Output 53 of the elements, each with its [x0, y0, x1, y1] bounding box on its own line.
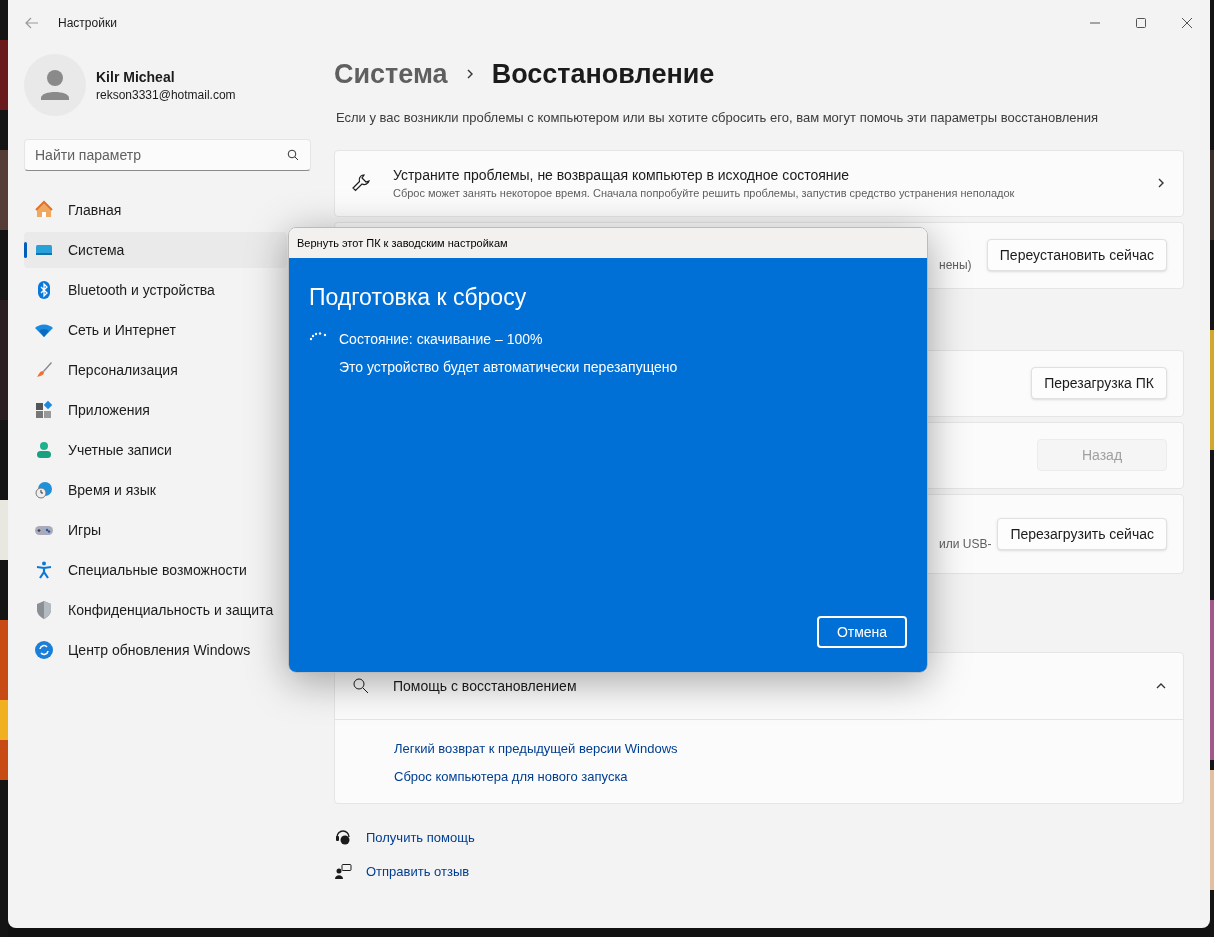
nav-item[interactable]: Система — [24, 232, 287, 268]
nav-item[interactable]: Главная — [24, 192, 287, 228]
action-button[interactable]: Перезагрузить сейчас — [997, 517, 1167, 550]
nav-item[interactable]: Учетные записи — [24, 432, 287, 468]
nav-item[interactable]: Специальные возможности — [24, 552, 287, 588]
help-link[interactable]: Легкий возврат к предыдущей версии Windows — [394, 738, 678, 758]
globe-clock-icon — [34, 480, 54, 500]
card-subtitle: Сброс может занять некоторое время. Сначала попробуйте решить проблемы, запустив средство устранения неполадок — [393, 185, 1016, 201]
update-icon — [34, 640, 54, 660]
settings-card[interactable]: Устраните проблемы, не возвращая компьютер в исходное состояние Сброс может занять некоторое время. Сначала попробуйте решить проблемы, запустив средство устранения неполадок — [334, 149, 1184, 217]
avatar-icon — [24, 54, 86, 116]
shield-icon — [34, 600, 54, 620]
card-title: Устраните проблемы, не возвращая компьютер в исходное состояние — [393, 165, 851, 185]
nav-item[interactable]: Приложения — [24, 392, 287, 428]
action-button[interactable]: Перезагрузка ПК — [1031, 367, 1167, 399]
dialog-heading: Подготовка к сбросу — [309, 283, 528, 312]
nav-item[interactable]: Сеть и Интернет — [24, 312, 287, 348]
brush-icon — [34, 360, 54, 380]
card-title: Помощь с восстановлением — [393, 676, 578, 696]
footer-link[interactable]: Получить помощь — [366, 827, 475, 847]
action-button[interactable]: Переустановить сейчас — [986, 239, 1167, 271]
help-icon — [334, 828, 352, 847]
search-field[interactable]: Найти параметр — [24, 139, 311, 171]
nav-item[interactable]: Игры — [24, 512, 287, 548]
card-subtitle: нены) — [939, 257, 972, 273]
window-title: Настройки — [58, 15, 117, 31]
nav-item[interactable]: Конфиденциальность и защита — [24, 592, 287, 628]
apps-icon — [34, 400, 54, 420]
breadcrumb-parent[interactable]: Система — [334, 53, 448, 95]
help-search-icon — [351, 675, 371, 696]
nav-item[interactable]: Центр обновления Windows — [24, 632, 287, 668]
dialog-status: Состояние: скачивание – 100% — [339, 329, 544, 349]
back-arrow-icon[interactable] — [24, 15, 40, 31]
search-icon — [287, 149, 299, 161]
cancel-button[interactable]: Отмена — [817, 616, 907, 648]
page-title: Восстановление — [491, 57, 715, 91]
wrench-icon — [351, 173, 371, 193]
feedback-icon — [334, 862, 352, 881]
house-icon — [34, 200, 54, 220]
dialog-note: Это устройство будет автоматически перезапущено — [339, 357, 678, 377]
accessibility-icon — [34, 560, 54, 580]
user-name: Kilr Micheal — [96, 68, 176, 87]
nav-item[interactable]: Bluetooth и устройства — [24, 272, 287, 308]
person-icon — [34, 440, 54, 460]
spinner-icon — [309, 330, 327, 341]
nav-item[interactable]: Персонализация — [24, 352, 287, 388]
footer-link[interactable]: Отправить отзыв — [366, 862, 470, 882]
user-email: rekson3331@hotmail.com — [96, 87, 236, 103]
card-subtitle: или USB- — [939, 535, 992, 552]
help-link[interactable]: Сброс компьютера для нового запуска — [394, 767, 628, 787]
dialog-title: Вернуть этот ПК к заводским настройкам — [297, 235, 508, 251]
page-description: Если у вас возникли проблемы с компьютером или вы хотите сбросить его, вам могут помочь эти параметры восстановления — [335, 109, 1100, 127]
nav-item[interactable]: Время и язык — [24, 472, 287, 508]
